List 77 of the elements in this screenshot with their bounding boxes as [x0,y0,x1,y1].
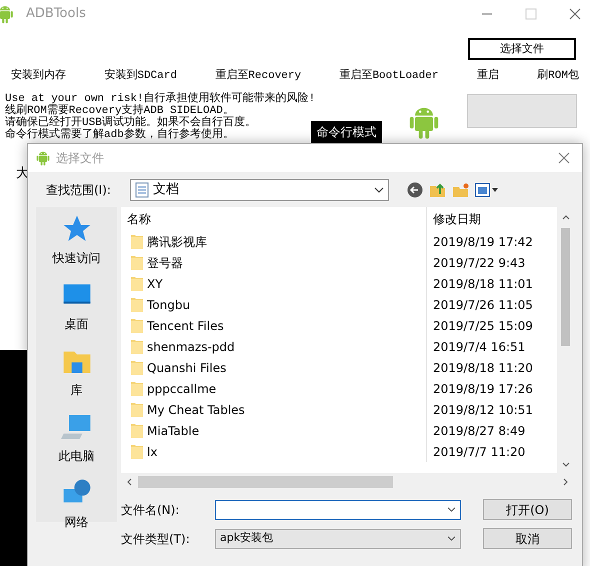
place-item[interactable]: 桌面 [64,315,88,333]
file-name[interactable]: pppccallme [147,380,216,398]
folder-icon [131,402,143,417]
file-name[interactable]: XY [147,274,163,292]
file-type-label: 文件类型(T): [121,530,191,548]
modified-date: 2019/8/19 17:26 [432,380,533,398]
place-item[interactable]: 快速访问 [52,249,100,267]
action-button[interactable]: 安装到SDCard [104,68,177,84]
folder-icon [131,297,143,312]
command-mode-button[interactable]: 命令行模式 [311,121,382,143]
modified-date: 2019/8/19 17:42 [432,234,533,250]
file-name[interactable]: 腾讯影视库 [147,232,207,250]
chevron-up-icon[interactable] [562,215,570,220]
dialog-title: 选择文件 [56,150,104,167]
scroll-thumb[interactable] [561,228,570,346]
folder-icon [131,234,143,249]
action-button[interactable]: 重启至Recovery [215,68,302,84]
modified-date: 2019/7/22 9:43 [432,254,526,272]
folder-icon [131,381,143,396]
file-name-field[interactable] [215,500,461,520]
file-name[interactable]: lx [147,442,158,460]
folder-icon [131,360,143,375]
file-name[interactable]: MiaTable [147,422,200,440]
cancel-button[interactable]: 取消 [483,528,572,549]
modified-date: 2019/8/27 8:49 [432,422,526,440]
column-header[interactable]: 名称 [121,207,427,231]
modified-date: 2019/7/7 11:20 [432,444,526,460]
view-menu-icon[interactable] [475,183,499,197]
place-item[interactable]: 此电脑 [58,447,94,465]
notice-text: 线刷ROM需要Recovery支持ADB SIDELOAD。 [5,104,234,116]
place-item[interactable]: 网络 [64,513,88,531]
action-button[interactable]: 安装到内存 [11,68,66,84]
file-name-label: 文件名(N): [121,502,180,518]
modified-date: 2019/8/18 11:20 [432,360,533,376]
look-in-label: 查找范围(I): [46,182,112,199]
file-name[interactable]: Tongbu [147,296,190,314]
notice-text: 请确保已经打开USB调试功能。如果不会自行百度。 [5,116,257,128]
folder-icon [131,318,143,333]
notice-text: Use at your own risk!自行承担使用软件可能带来的风险! [5,92,316,104]
window-title: ADBTools [26,5,86,24]
action-button[interactable]: 重启 [476,68,499,84]
file-name[interactable]: shenmazs-pdd [147,338,235,356]
select-file-button[interactable]: 选择文件 [468,38,576,60]
modified-date: 2019/8/18 11:01 [432,276,533,292]
close-icon[interactable] [568,7,582,21]
action-button[interactable]: 重启至BootLoader [339,68,438,84]
folder-up-icon[interactable] [429,182,446,198]
open-button[interactable]: 打开(O) [483,499,572,520]
look-in-dropdown[interactable]: 文档 [130,179,389,201]
modified-date: 2019/7/4 16:51 [432,338,526,356]
modified-date: 2019/7/25 15:09 [432,318,533,334]
new-folder-icon[interactable] [452,182,469,198]
folder-icon [131,339,143,354]
file-type-dropdown[interactable]: apk安装包 [215,528,461,548]
scroll-thumb[interactable] [138,476,393,488]
chevron-down-icon [374,187,384,193]
file-name[interactable]: Quanshi Files [147,358,226,376]
chevron-left-icon[interactable] [127,478,132,486]
place-item[interactable]: 库 [70,381,82,399]
chevron-down-icon[interactable] [562,462,570,467]
chevron-down-icon [447,536,456,541]
file-name[interactable]: My Cheat Tables [147,400,245,418]
modified-date: 2019/7/26 11:05 [432,296,533,314]
file-name[interactable]: 登号器 [147,254,183,272]
close-icon[interactable] [558,152,570,164]
android-robot-icon [36,150,50,166]
folder-icon [131,276,143,291]
file-name[interactable]: Tencent Files [147,316,224,334]
folder-icon [131,423,143,438]
folder-icon [131,444,143,459]
chevron-down-icon [447,507,456,512]
modified-date: 2019/8/12 10:51 [432,402,533,418]
folder-icon [131,255,143,270]
column-header[interactable]: 修改日期 [427,210,481,228]
document-icon [135,182,149,198]
action-button[interactable]: 刷ROM包 [537,68,579,84]
chevron-right-icon[interactable] [563,478,568,486]
